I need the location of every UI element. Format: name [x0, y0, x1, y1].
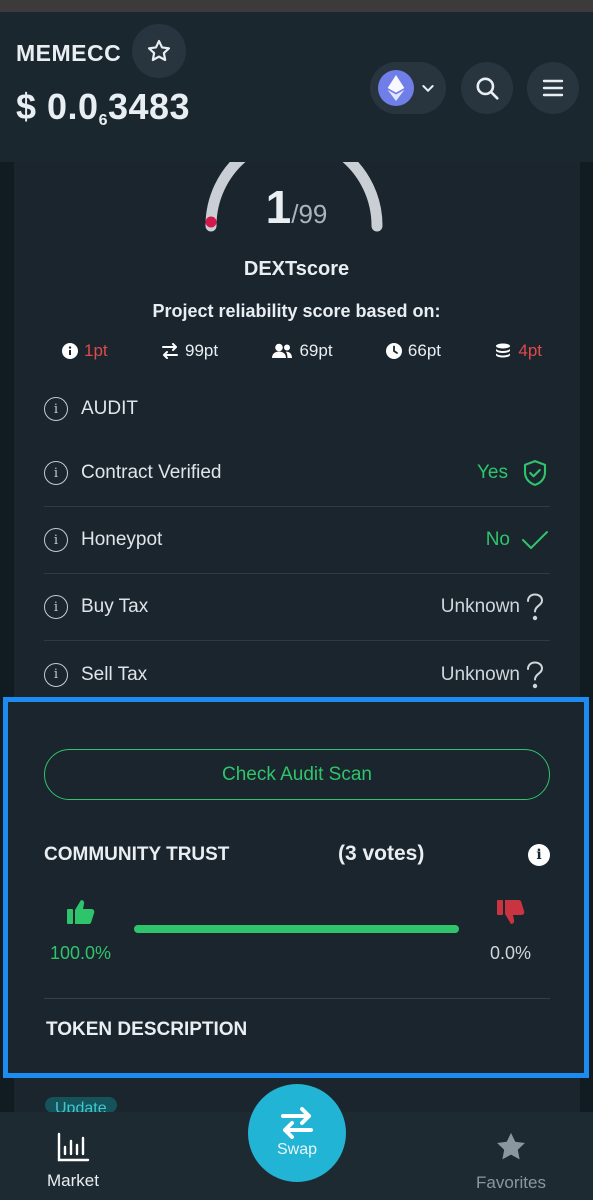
search-button[interactable]: [461, 62, 513, 114]
audit-row-label: Contract Verified: [81, 462, 222, 483]
trust-ratio-bar: [134, 925, 459, 933]
token-header: MEMECC $ 0.063483: [0, 12, 593, 162]
score-max: /99: [291, 199, 328, 229]
info-outline-icon[interactable]: i: [44, 461, 68, 485]
swap-button[interactable]: Swap: [248, 1084, 346, 1182]
score-number: 1: [265, 181, 292, 233]
info-icon[interactable]: i: [528, 844, 550, 866]
token-price: $ 0.063483: [16, 86, 190, 130]
thumbs-up-button[interactable]: [66, 898, 96, 931]
nav-favorites[interactable]: Favorites: [468, 1130, 554, 1193]
nav-favorites-label: Favorites: [476, 1173, 546, 1192]
negative-percentage: 0.0%: [490, 943, 532, 963]
hamburger-menu-icon: [542, 79, 564, 97]
price-digits: 3483: [107, 86, 191, 127]
token-description-title: TOKEN DESCRIPTION: [46, 1019, 248, 1040]
dextscore-label: DEXTscore: [243, 258, 350, 280]
swap-arrows-icon: [281, 1107, 313, 1139]
score-basis-text: Project reliability score based on:: [152, 301, 441, 321]
bar-chart-icon: [57, 1132, 90, 1162]
check-icon: [520, 528, 550, 552]
favorite-star-button[interactable]: [132, 24, 186, 78]
chevron-down-icon: [422, 85, 434, 93]
nav-market[interactable]: Market: [38, 1132, 108, 1191]
check-audit-scan-button[interactable]: Check Audit Scan: [44, 749, 550, 800]
nav-market-label: Market: [47, 1171, 99, 1190]
audit-header: i AUDIT: [44, 378, 550, 440]
audit-row-honeypot: i Honeypot No: [44, 507, 550, 574]
audit-row-label: Sell Tax: [81, 663, 148, 685]
users-icon: [272, 343, 293, 358]
coins-icon: [496, 343, 511, 358]
score-value: 1/99: [0, 180, 593, 234]
price-zero-count: 6: [98, 112, 108, 129]
clock-icon: [385, 343, 402, 359]
star-filled-icon: [497, 1132, 525, 1160]
thumbs-down-button[interactable]: [496, 898, 526, 931]
metric-clock: 66pt: [385, 341, 441, 361]
vote-count: (3 votes): [338, 842, 425, 865]
audit-row-value: Unknown: [440, 663, 520, 685]
price-prefix: $ 0.0: [16, 86, 99, 127]
metric-info: 1pt: [62, 341, 108, 361]
metric-users: 69pt: [271, 341, 333, 361]
transfer-icon: [162, 343, 178, 359]
info-outline-icon[interactable]: i: [44, 595, 68, 619]
audit-row-label: Honeypot: [81, 529, 163, 550]
thumbs-down-icon: [497, 900, 525, 924]
section-divider: [44, 998, 550, 999]
info-icon: [62, 343, 78, 359]
info-outline-icon[interactable]: i: [44, 662, 68, 687]
token-name: MEMECC: [16, 40, 122, 66]
question-icon: [520, 593, 550, 621]
update-badge[interactable]: Update: [45, 1097, 117, 1113]
audit-row-buy-tax: i Buy Tax Unknown: [44, 574, 550, 641]
audit-row-sell-tax: i Sell Tax Unknown: [44, 641, 550, 708]
trust-ratio-fill: [134, 925, 459, 933]
ethereum-icon: [378, 70, 414, 106]
menu-button[interactable]: [527, 62, 579, 114]
metric-transfer: 99pt: [161, 341, 218, 361]
audit-row-value: Unknown: [440, 596, 520, 617]
status-strip: [0, 0, 593, 12]
audit-row-label: Buy Tax: [81, 596, 149, 617]
audit-list: i AUDIT i Contract Verified Yes i Honeyp…: [44, 378, 550, 708]
audit-title: AUDIT: [81, 398, 138, 419]
metric-coins: 4pt: [494, 341, 542, 361]
search-icon: [476, 77, 499, 100]
question-icon: [520, 660, 550, 689]
info-outline-icon[interactable]: i: [44, 528, 68, 552]
shield-check-icon: [520, 458, 550, 488]
chain-selector[interactable]: [370, 62, 446, 114]
score-metrics: 1pt 99pt 69pt 66pt 4pt: [62, 338, 542, 364]
thumbs-up-icon: [67, 900, 95, 924]
audit-row-value: No: [485, 529, 510, 550]
audit-row-contract-verified: i Contract Verified Yes: [44, 440, 550, 507]
info-outline-icon[interactable]: i: [44, 397, 68, 421]
community-trust-title: COMMUNITY TRUST: [44, 844, 230, 865]
star-icon: [147, 39, 171, 62]
audit-row-value: Yes: [477, 462, 508, 483]
positive-percentage: 100.0%: [50, 943, 112, 963]
swap-label: Swap: [276, 1141, 318, 1158]
